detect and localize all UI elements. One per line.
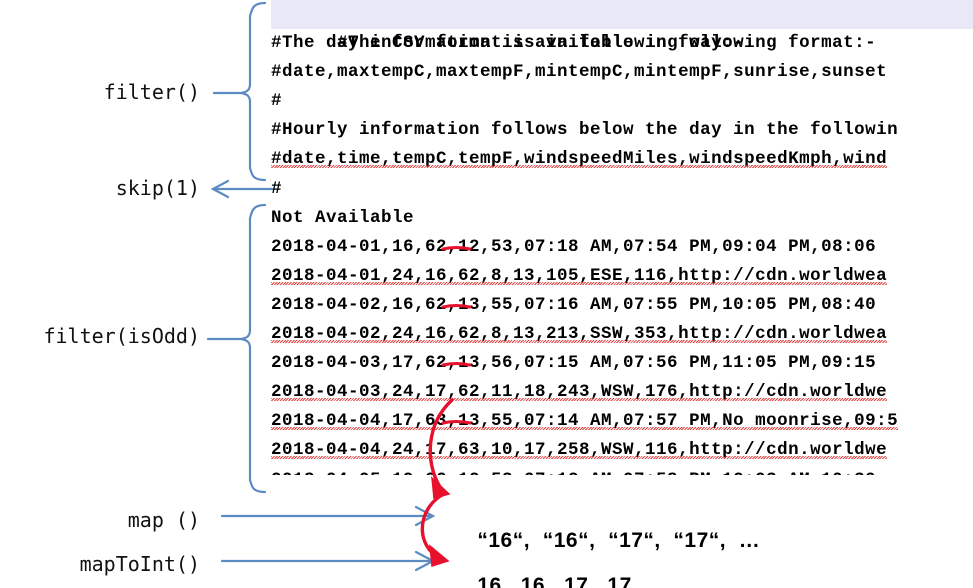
csv-line[interactable]: 2018-04-02,16,62,13,55,07:16 AM,07:55 PM… <box>271 291 973 320</box>
csv-line[interactable]: # <box>271 175 973 204</box>
label-map-text: map () <box>127 508 200 532</box>
csv-line[interactable]: 2018-04-01,24,16,62,8,13,105,ESE,116,htt… <box>271 262 973 291</box>
brace-filter <box>212 1 267 182</box>
brace-filter-isodd <box>206 203 267 494</box>
label-filter-isodd-text: filter(isOdd) <box>43 324 200 348</box>
csv-line-text: #Hourly information follows below the da… <box>271 120 899 141</box>
annotated-csv-diagram: #The CSV format is in following way:- #T… <box>0 0 973 588</box>
csv-line[interactable]: #date,time,tempC,tempF,windspeedMiles,wi… <box>271 145 973 174</box>
csv-line[interactable]: #Hourly information follows below the da… <box>271 116 973 145</box>
label-skip-text: skip(1) <box>115 176 200 200</box>
csv-line-text: #The day information is available in fol… <box>271 33 877 54</box>
label-skip: skip(1) <box>0 176 200 200</box>
arrow-map-to-int <box>220 550 436 572</box>
csv-line[interactable]: 2018-04-02,24,16,62,8,13,213,SSW,353,htt… <box>271 320 973 349</box>
csv-line-text: Not Available <box>271 207 415 228</box>
map-to-int-result-line: 16, 16, 17, 17 , … <box>452 550 679 588</box>
csv-line[interactable]: 2018-04-05,19,66,12,53,07:12 AM,07:58 PM… <box>271 466 973 476</box>
csv-line-text: 2018-04-04,24,17,63,10,17,258,WSW,116,ht… <box>271 440 888 461</box>
csv-line-text: 2018-04-01,24,16,62,8,13,105,ESE,116,htt… <box>271 265 888 286</box>
csv-line-text: 2018-04-05,19,66,12,53,07:12 AM,07:58 PM… <box>271 470 887 476</box>
label-filter: filter() <box>0 80 200 104</box>
csv-line-text: 2018-04-02,24,16,62,8,13,213,SSW,353,htt… <box>271 324 888 345</box>
csv-line[interactable]: #The day information is available in fol… <box>271 29 973 58</box>
csv-line[interactable]: Not Available <box>271 204 973 233</box>
csv-line-text: 2018-04-02,16,62,13,55,07:16 AM,07:55 PM… <box>271 294 888 315</box>
label-map-to-int: mapToInt() <box>0 552 200 576</box>
csv-line-text: #date,maxtempC,maxtempF,mintempC,mintemp… <box>271 62 888 83</box>
csv-line[interactable]: #date,maxtempC,maxtempF,mintempC,mintemp… <box>271 58 973 87</box>
csv-line-text: 2018-04-01,16,62,12,53,07:18 AM,07:54 PM… <box>271 236 888 257</box>
label-map: map () <box>0 508 200 532</box>
csv-line[interactable]: # <box>271 87 973 116</box>
csv-line[interactable]: 2018-04-04,17,63,13,55,07:14 AM,07:57 PM… <box>271 407 973 436</box>
csv-text-pane[interactable]: #The CSV format is in following way:- #T… <box>271 0 973 475</box>
arrow-skip <box>210 179 274 199</box>
csv-line-text: 2018-04-04,17,63,13,55,07:14 AM,07:57 PM… <box>271 411 899 432</box>
label-map-to-int-text: mapToInt() <box>79 552 200 576</box>
label-filter-isodd: filter(isOdd) <box>0 324 200 348</box>
label-filter-text: filter() <box>103 80 200 104</box>
csv-line-text: 2018-04-03,17,62,13,56,07:15 AM,07:56 PM… <box>271 353 888 374</box>
csv-line[interactable]: 2018-04-03,24,17,62,11,18,243,WSW,176,ht… <box>271 378 973 407</box>
csv-line[interactable]: 2018-04-03,17,62,13,56,07:15 AM,07:56 PM… <box>271 349 973 378</box>
map-to-int-result-text: 16, 16, 17, 17 , … <box>477 574 679 588</box>
csv-line-text: #date,time,tempC,tempF,windspeedMiles,wi… <box>271 149 888 170</box>
arrow-map <box>220 505 436 527</box>
csv-line-text: # <box>271 178 283 199</box>
csv-line[interactable]: 2018-04-04,24,17,63,10,17,258,WSW,116,ht… <box>271 436 973 465</box>
red-arrow-to-map-to-int-result <box>420 492 450 567</box>
map-result-text: “16“, “16“, “17“, “17“, … <box>477 529 761 552</box>
csv-line-text: 2018-04-03,24,17,62,11,18,243,WSW,176,ht… <box>271 382 888 403</box>
csv-line[interactable]: 2018-04-01,16,62,12,53,07:18 AM,07:54 PM… <box>271 233 973 262</box>
csv-line-text: # <box>271 91 283 112</box>
csv-line[interactable]: #The CSV format is in following way:- <box>271 0 973 53</box>
